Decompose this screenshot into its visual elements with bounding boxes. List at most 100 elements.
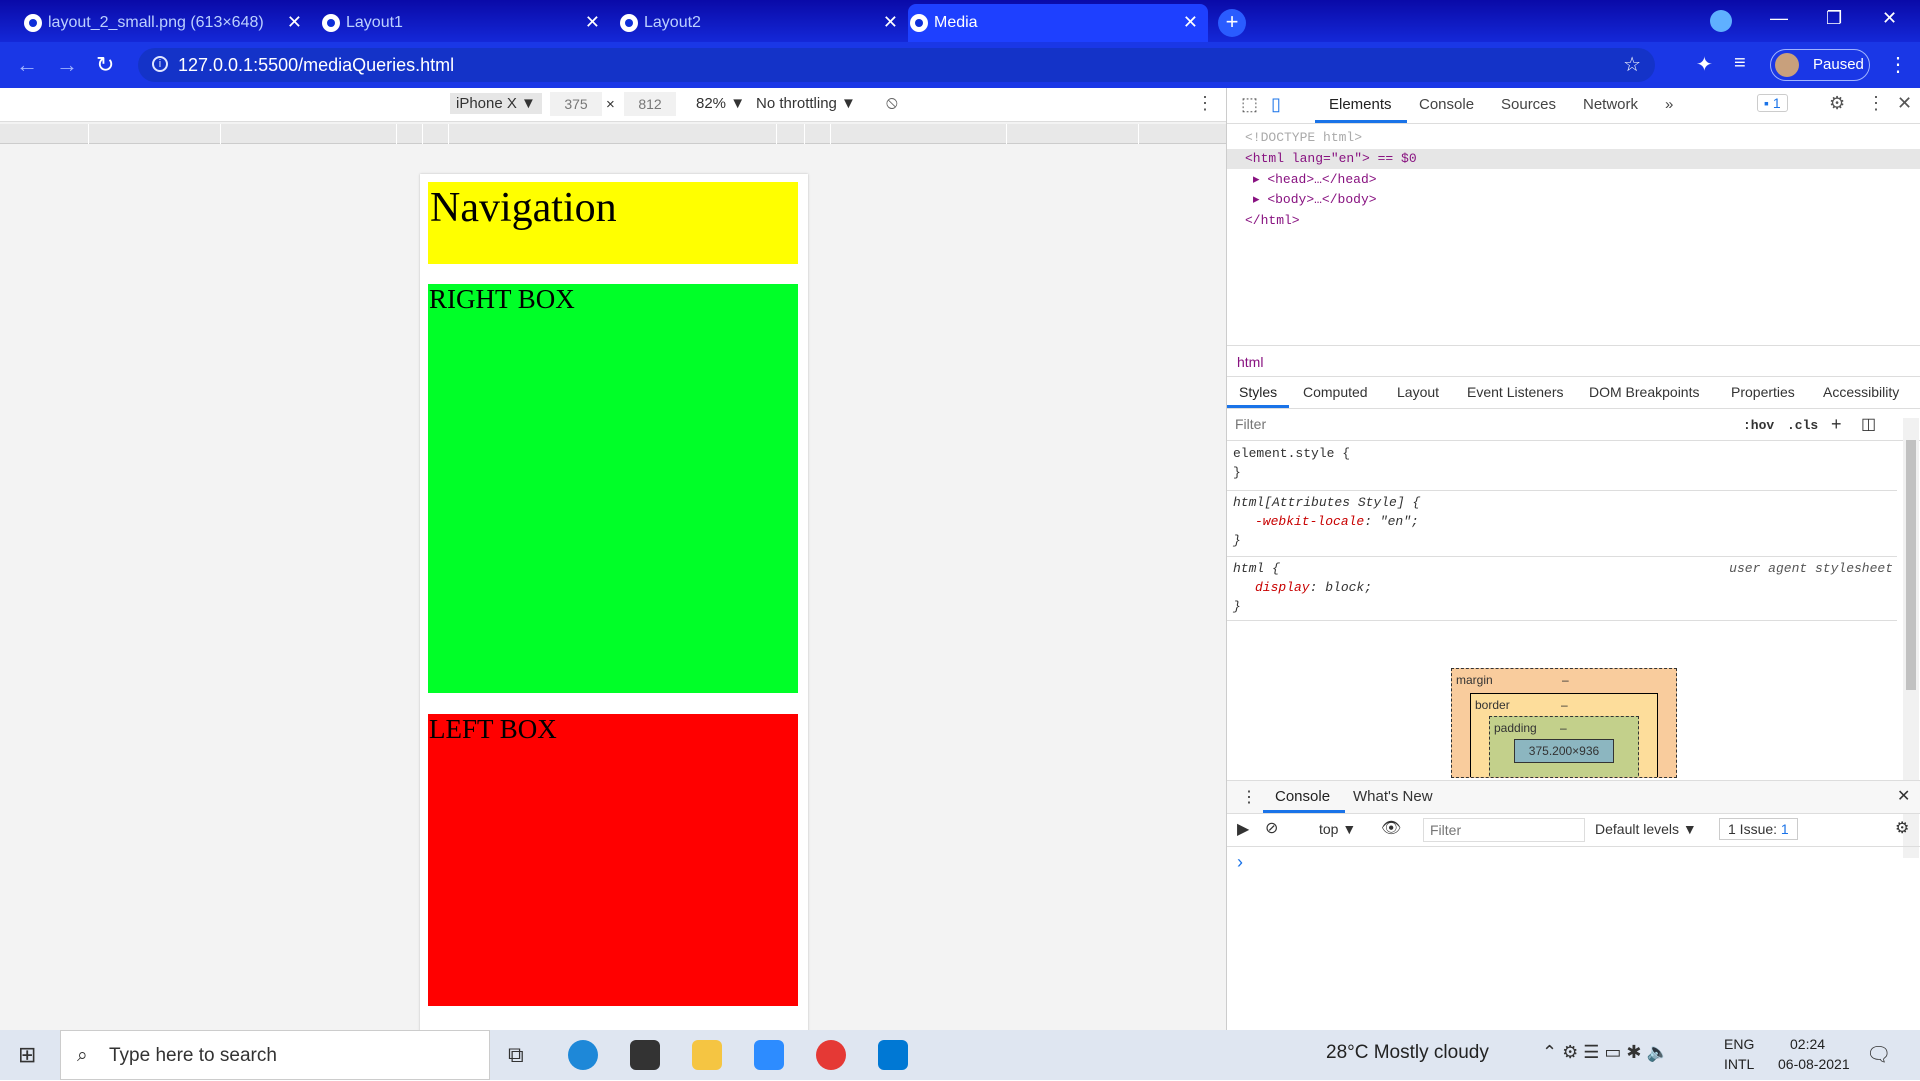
drawer-tab-whats-new[interactable]: What's New — [1353, 788, 1433, 805]
tab-layout-2-small[interactable]: layout_2_small.png (613×648) ✕ — [22, 4, 312, 42]
language-top[interactable]: ENG — [1724, 1036, 1754, 1052]
tab-search-icon[interactable] — [1710, 10, 1732, 32]
cls-toggle[interactable]: .cls — [1787, 418, 1818, 433]
context-select[interactable]: top ▼ — [1319, 821, 1356, 837]
device-select[interactable]: iPhone X ▼ — [450, 93, 542, 114]
bookmark-star-icon[interactable]: ☆ — [1623, 48, 1641, 82]
tab-computed[interactable]: Computed — [1303, 384, 1368, 400]
windows-start-icon[interactable]: ⊞ — [18, 1042, 36, 1068]
drawer-menu-icon[interactable]: ⋮ — [1241, 787, 1257, 807]
file-explorer-icon[interactable] — [692, 1040, 722, 1070]
close-devtools-icon[interactable]: ✕ — [1897, 93, 1912, 114]
tab-sources[interactable]: Sources — [1501, 96, 1556, 113]
css-value[interactable]: "en"; — [1380, 514, 1419, 529]
site-info-icon[interactable]: i — [152, 56, 168, 72]
close-tab-icon[interactable]: ✕ — [287, 12, 302, 33]
store-icon[interactable] — [630, 1040, 660, 1070]
styles-filter-input[interactable] — [1231, 412, 1731, 436]
zoom-select[interactable]: 82% ▼ — [696, 95, 745, 112]
close-tab-icon[interactable]: ✕ — [883, 12, 898, 33]
notifications-icon[interactable]: 🗨 — [1866, 1042, 1891, 1067]
browser-menu-icon[interactable]: ⋮ — [1888, 52, 1908, 77]
close-tab-icon[interactable]: ✕ — [585, 12, 600, 33]
close-drawer-icon[interactable]: ✕ — [1897, 786, 1910, 806]
profile-button[interactable]: Paused — [1770, 49, 1870, 81]
clock-date[interactable]: 06-08-2021 — [1778, 1056, 1850, 1072]
head-text: <head>…</head> — [1267, 172, 1377, 187]
tab-event-listeners[interactable]: Event Listeners — [1467, 384, 1564, 400]
clock-time[interactable]: 02:24 — [1790, 1036, 1825, 1052]
tab-dom-breakpoints[interactable]: DOM Breakpoints — [1589, 384, 1699, 400]
tab-layout2[interactable]: Layout2 ✕ — [618, 4, 908, 42]
device-toggle-icon[interactable]: ▯ — [1271, 94, 1281, 115]
media-query-bar[interactable] — [0, 124, 1226, 144]
taskbar-search-box[interactable]: ⌕ Type here to search — [60, 1030, 490, 1080]
new-tab-button[interactable]: + — [1218, 9, 1246, 37]
tab-elements[interactable]: Elements — [1329, 96, 1392, 113]
dom-body-node[interactable]: ▸ <body>…</body> — [1253, 192, 1377, 207]
body-text: <body>…</body> — [1267, 192, 1377, 207]
chrome-icon[interactable] — [816, 1040, 846, 1070]
scrollbar-thumb[interactable] — [1906, 440, 1916, 690]
live-expression-eye-icon[interactable]: 👁 — [1381, 818, 1401, 838]
tab-title: Media — [934, 14, 978, 31]
hov-toggle[interactable]: :hov — [1743, 418, 1774, 433]
devtools-menu-icon[interactable]: ⋮ — [1867, 93, 1885, 114]
right-box: RIGHT BOX — [428, 284, 798, 693]
console-filter-input[interactable] — [1423, 818, 1585, 842]
padding-label: padding — [1494, 721, 1537, 735]
minimize-icon[interactable]: — — [1770, 8, 1788, 29]
dom-html-node[interactable]: <html lang="en"> == $0 — [1227, 149, 1920, 169]
toggle-sidebar-icon[interactable]: ◫ — [1861, 414, 1876, 434]
rule-close: } — [1233, 533, 1241, 548]
edge-icon[interactable] — [568, 1040, 598, 1070]
dom-head-node[interactable]: ▸ <head>…</head> — [1253, 172, 1377, 187]
extensions-icon[interactable]: ✦ — [1696, 52, 1713, 77]
issues-button[interactable]: 1 Issue: 1 — [1719, 818, 1798, 840]
rotate-icon[interactable]: ⦸ — [886, 92, 898, 113]
console-prompt[interactable]: › — [1237, 852, 1243, 873]
log-levels-select[interactable]: Default levels ▼ — [1595, 821, 1697, 837]
language-bottom[interactable]: INTL — [1724, 1056, 1754, 1072]
clear-console-icon[interactable]: ⊘ — [1265, 818, 1278, 838]
tab-media[interactable]: Media ✕ — [908, 4, 1208, 42]
css-property[interactable]: display — [1255, 580, 1310, 595]
settings-gear-icon[interactable]: ⚙ — [1829, 93, 1845, 114]
css-property[interactable]: -webkit-locale — [1255, 514, 1364, 529]
height-input[interactable]: 812 — [624, 92, 676, 116]
vscode-icon[interactable] — [878, 1040, 908, 1070]
forward-icon[interactable]: → — [56, 52, 78, 78]
drawer-tab-console[interactable]: Console — [1275, 788, 1330, 805]
devtools-panel: ⬚ ▯ Elements Console Sources Network » ▪… — [1226, 88, 1920, 1030]
more-tabs-icon[interactable]: » — [1665, 96, 1673, 113]
throttling-select[interactable]: No throttling ▼ — [756, 95, 856, 112]
media-control-icon[interactable]: ≡ — [1734, 52, 1746, 75]
task-view-icon[interactable]: ⧉ — [508, 1042, 524, 1068]
issues-badge[interactable]: ▪ 1 — [1757, 94, 1788, 112]
tab-console[interactable]: Console — [1419, 96, 1474, 113]
new-rule-icon[interactable]: + — [1831, 414, 1842, 435]
width-input[interactable]: 375 — [550, 92, 602, 116]
tab-styles[interactable]: Styles — [1239, 384, 1277, 400]
back-icon[interactable]: ← — [16, 52, 38, 78]
tab-network[interactable]: Network — [1583, 96, 1638, 113]
reload-icon[interactable]: ↻ — [96, 52, 114, 78]
close-tab-icon[interactable]: ✕ — [1183, 12, 1198, 33]
console-settings-icon[interactable]: ⚙ — [1895, 818, 1909, 838]
tab-layout[interactable]: Layout — [1397, 384, 1439, 400]
zoom-icon[interactable] — [754, 1040, 784, 1070]
breadcrumb[interactable]: html — [1237, 354, 1263, 370]
tab-layout1[interactable]: Layout1 ✕ — [320, 4, 610, 42]
tray-icons[interactable]: ⌃ ⚙ ☰ ▭ ✱ 🔈 — [1542, 1042, 1669, 1063]
tab-properties[interactable]: Properties — [1731, 384, 1795, 400]
maximize-icon[interactable]: ❐ — [1826, 8, 1842, 29]
css-value[interactable]: block; — [1325, 580, 1372, 595]
tab-accessibility[interactable]: Accessibility — [1823, 384, 1899, 400]
close-window-icon[interactable]: ✕ — [1882, 8, 1897, 29]
console-sidebar-icon[interactable]: ▶ — [1237, 819, 1249, 839]
url-bar[interactable]: i 127.0.0.1:5500/mediaQueries.html ☆ — [138, 48, 1655, 82]
weather-widget[interactable]: 28°C Mostly cloudy — [1326, 1042, 1489, 1064]
device-toolbar-menu-icon[interactable]: ⋮ — [1196, 93, 1214, 114]
rule-source: user agent stylesheet — [1729, 561, 1893, 576]
inspect-element-icon[interactable]: ⬚ — [1241, 94, 1258, 115]
